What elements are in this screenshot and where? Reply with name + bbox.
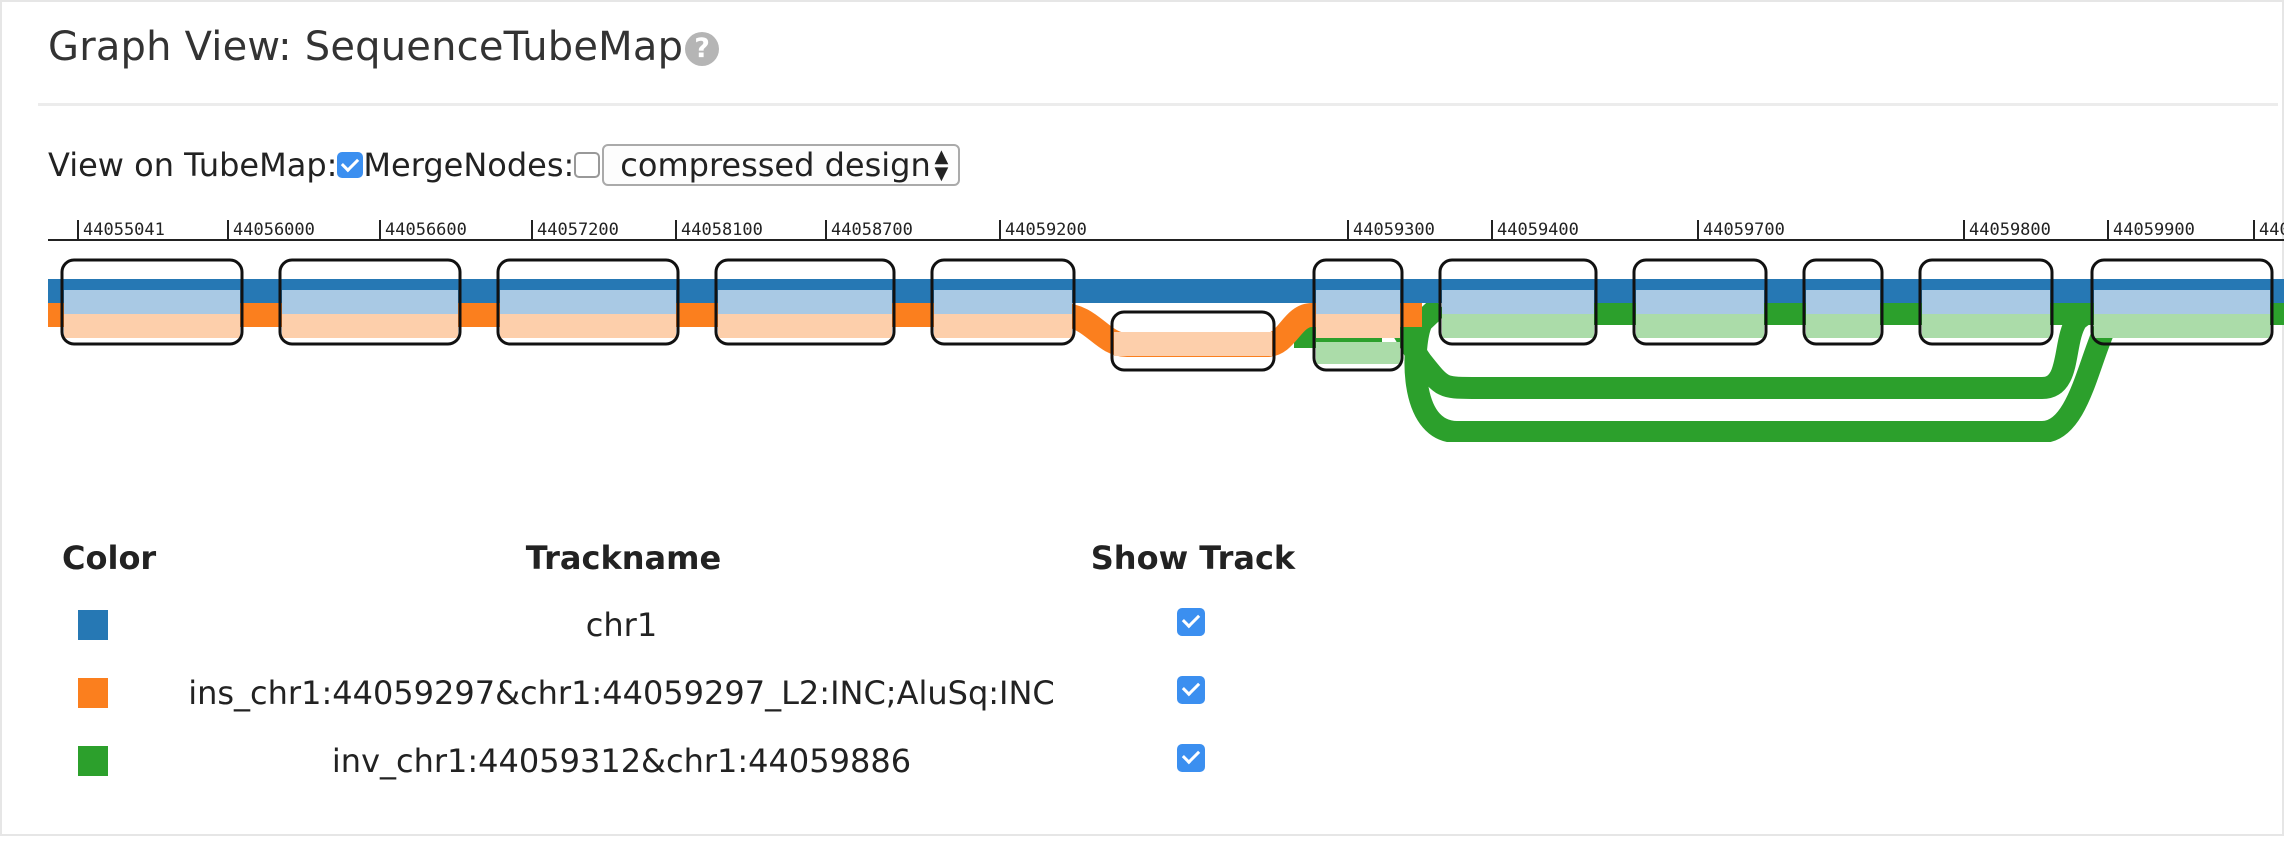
node-track-fill (1442, 314, 1594, 338)
legend-header-color: Color (62, 539, 157, 577)
ruler-tick-label: 44059400 (1497, 220, 1579, 240)
node-track-fill (282, 290, 458, 314)
show-track-checkbox[interactable] (1176, 608, 1205, 636)
node-track-fill (1806, 290, 1880, 314)
graph-node (714, 258, 896, 346)
legend-header-show-track: Show Track (1090, 539, 1296, 577)
select-arrows-icon: ▲ ▼ (934, 146, 949, 184)
graph-node (2090, 258, 2274, 346)
ruler-tick-label: 4406 (2259, 220, 2284, 240)
node-track-fill (934, 290, 1072, 314)
node-track-fill (1316, 342, 1400, 364)
track-color-swatch (78, 746, 108, 776)
design-select[interactable]: compressed design ▲ ▼ (602, 144, 961, 186)
node-track-fill (1922, 290, 2050, 314)
view-on-tubemap-label: View on TubeMap: (48, 146, 338, 184)
node-track-fill (1442, 290, 1594, 314)
graph-view-panel: Graph View: SequenceTubeMap? View on Tub… (0, 0, 2284, 836)
title-divider (38, 103, 2278, 106)
track-legend: Color Trackname Show Track chr1 ins_chr1… (42, 527, 1311, 795)
legend-row: chr1 (42, 591, 1311, 659)
graph-node (1438, 258, 1598, 346)
help-icon[interactable]: ? (685, 32, 720, 66)
ruler-tick-label: 44057200 (537, 220, 619, 240)
node-track-fill (1316, 314, 1400, 338)
node-track-fill (1806, 314, 1880, 338)
ruler-tick-label: 44059800 (1969, 220, 2051, 240)
node-track-fill (718, 314, 892, 338)
graph-node (1312, 258, 1404, 372)
node-track-fill (2094, 290, 2270, 314)
node-track-fill (1636, 314, 1764, 338)
controls-bar: View on TubeMap: MergeNodes: compressed … (48, 140, 961, 190)
graph-node (60, 258, 244, 346)
tubemap-graph[interactable]: 44055041 44056000 44056600 44057200 44058100… (2, 212, 2284, 442)
node-track-fill (500, 314, 676, 338)
ruler-tick-label: 44056600 (385, 220, 467, 240)
graph-node (278, 258, 462, 346)
graph-node (1632, 258, 1768, 346)
track-name: inv_chr1:44059312&chr1:44059886 (331, 742, 912, 780)
ruler-tick-label: 44055041 (83, 220, 165, 240)
ruler-tick-label: 44056000 (233, 220, 315, 240)
graph-node (930, 258, 1076, 346)
view-on-tubemap-checkbox[interactable] (337, 152, 364, 178)
graph-nodes (60, 258, 2274, 372)
node-track-fill (500, 290, 676, 314)
track-color-swatch (78, 678, 108, 708)
node-track-fill (2094, 314, 2270, 338)
ruler-tick-label: 44058700 (831, 220, 913, 240)
merge-nodes-checkbox[interactable] (574, 152, 601, 178)
node-track-fill (64, 314, 240, 338)
graph-node (1918, 258, 2054, 346)
track-color-swatch (78, 610, 108, 640)
node-track-fill (718, 290, 892, 314)
ruler-tick-label: 44059700 (1703, 220, 1785, 240)
show-track-checkbox[interactable] (1176, 744, 1205, 772)
legend-row: inv_chr1:44059312&chr1:44059886 (42, 727, 1311, 795)
page-title: Graph View: SequenceTubeMap? (48, 24, 720, 70)
ruler-tick-label: 44059300 (1353, 220, 1435, 240)
track-name: chr1 (585, 606, 658, 644)
legend-header-trackname: Trackname (525, 539, 722, 577)
node-track-fill (934, 314, 1072, 338)
node-track-fill (64, 290, 240, 314)
ruler-tick-label: 44059900 (2113, 220, 2195, 240)
graph-node (1802, 258, 1884, 346)
ruler-tick-label: 44058100 (681, 220, 763, 240)
page-title-text: Graph View: SequenceTubeMap (48, 24, 684, 70)
merge-nodes-label: MergeNodes: (363, 146, 575, 184)
design-select-value: compressed design (620, 146, 931, 184)
ruler-tick-label: 44059200 (1005, 220, 1087, 240)
node-track-fill (282, 314, 458, 338)
node-track-fill (1114, 332, 1272, 356)
track-name: ins_chr1:44059297&chr1:44059297_L2:INC;A… (188, 674, 1055, 712)
graph-node (496, 258, 680, 346)
node-track-fill (1316, 290, 1400, 314)
node-track-fill (1922, 314, 2050, 338)
legend-row: ins_chr1:44059297&chr1:44059297_L2:INC;A… (42, 659, 1311, 727)
node-track-fill (1636, 290, 1764, 314)
ruler: 44055041 44056000 44056600 44057200 44058100… (48, 220, 2284, 241)
show-track-checkbox[interactable] (1176, 676, 1205, 704)
graph-node (1110, 310, 1276, 372)
